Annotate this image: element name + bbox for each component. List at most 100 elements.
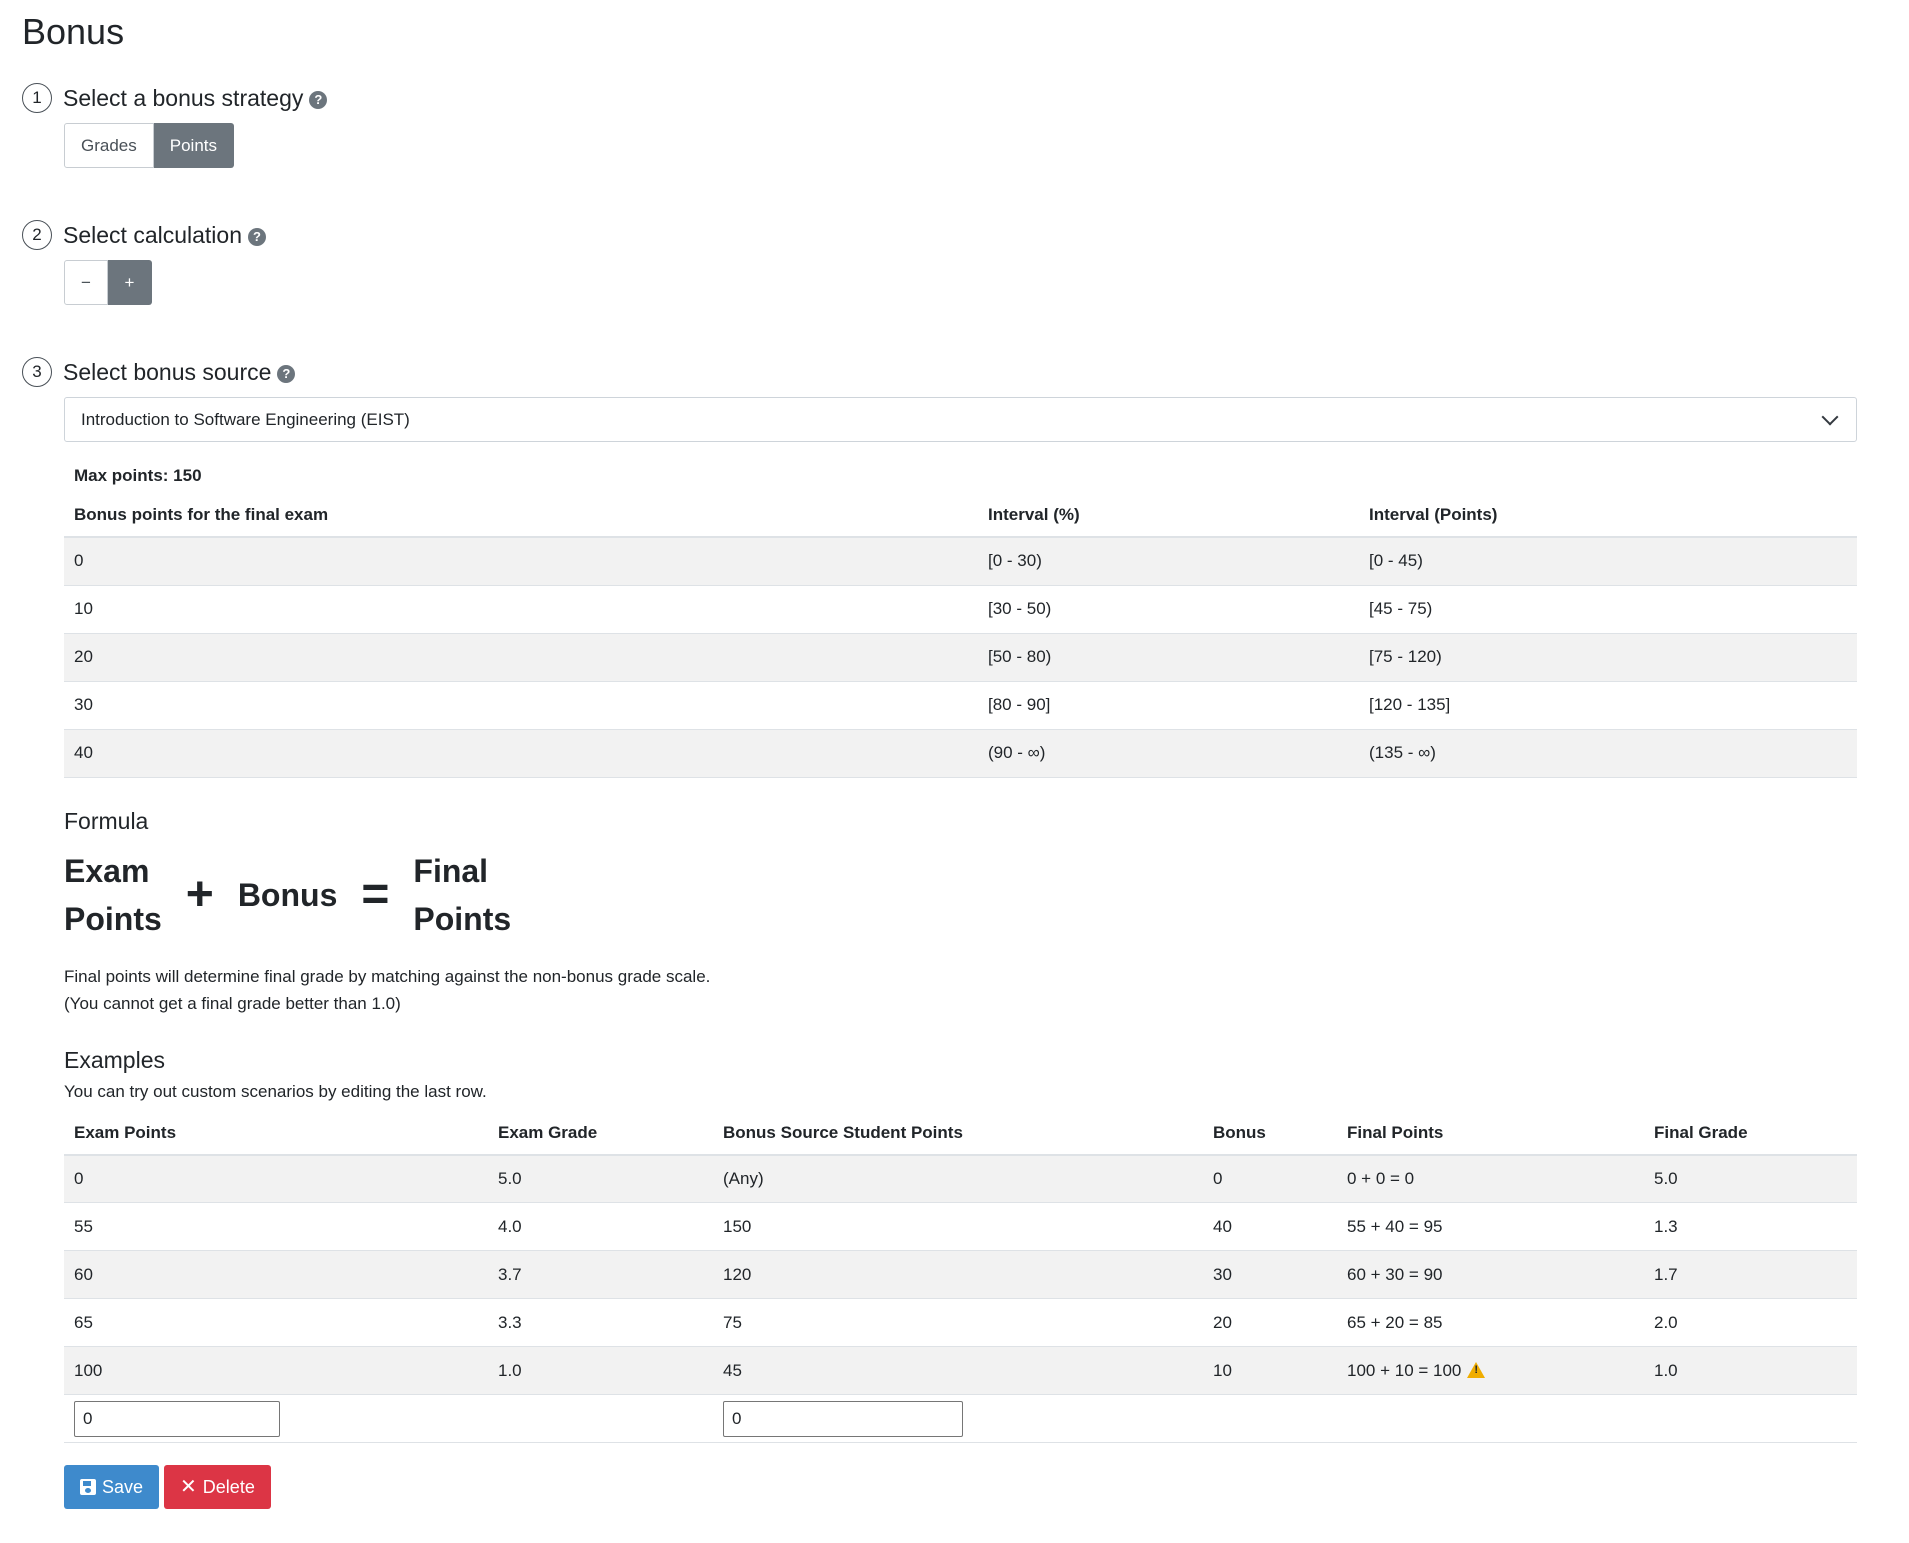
column-header: Final Points <box>1337 1111 1644 1156</box>
exam-points-cell: 65 <box>64 1298 488 1347</box>
column-header: Interval (%) <box>978 494 1359 538</box>
formula-term-line: Final <box>413 852 489 889</box>
final-points-cell: 55 + 40 = 95 <box>1337 1202 1644 1251</box>
final-points-cell: 65 + 20 = 85 <box>1337 1298 1644 1347</box>
final-points-cell: 60 + 30 = 90 <box>1337 1250 1644 1299</box>
exam-grade-cell: 3.3 <box>488 1298 713 1347</box>
column-header: Exam Points <box>64 1111 488 1156</box>
bonus-interval-table: Bonus points for the final exam Interval… <box>64 494 1857 778</box>
interval-percent-cell: [0 - 30) <box>978 537 1359 586</box>
final-grade-cell: 1.7 <box>1644 1250 1857 1299</box>
bonus-page: Bonus 1 Select a bonus strategy ? Grades… <box>0 0 1909 1543</box>
formula-note: Final points will determine final grade … <box>64 963 1887 1017</box>
step-bonus-source: 3 Select bonus source ? Introduction to … <box>22 352 1887 1509</box>
help-icon[interactable]: ? <box>277 364 296 383</box>
formula-term-line: Points <box>413 900 512 937</box>
bonus-source-value: Introduction to Software Engineering (EI… <box>81 409 410 429</box>
interval-percent-cell: [30 - 50) <box>978 585 1359 634</box>
bonus-cell: 10 <box>64 585 978 634</box>
bonus-cell: 0 <box>1203 1154 1337 1203</box>
step-header: 1 Select a bonus strategy ? <box>22 78 1887 118</box>
bonus-cell: 20 <box>64 633 978 682</box>
table-row: 40 (90 - ∞) (135 - ∞) <box>64 729 1857 778</box>
step-title: Select a bonus strategy <box>63 84 304 111</box>
page-title: Bonus <box>22 11 125 52</box>
formula-bonus: Bonus <box>237 876 338 913</box>
table-row: 55 4.0 150 40 55 + 40 = 95 1.3 <box>64 1202 1857 1251</box>
column-header: Bonus points for the final exam <box>64 494 978 538</box>
close-icon: ✕ <box>180 1476 197 1498</box>
custom-exam-points-input[interactable]: 0 <box>74 1400 280 1437</box>
help-icon[interactable]: ? <box>309 90 328 109</box>
exam-points-cell: 60 <box>64 1250 488 1299</box>
exam-grade-cell: 3.7 <box>488 1250 713 1299</box>
interval-points-cell: (135 - ∞) <box>1359 729 1857 778</box>
calculation-minus-button[interactable]: − <box>64 260 108 305</box>
table-row: 60 3.7 120 30 60 + 30 = 90 1.7 <box>64 1250 1857 1299</box>
bonus-cell: 0 <box>64 537 978 586</box>
exam-points-cell: 100 <box>64 1346 488 1395</box>
source-points-cell: 120 <box>713 1250 1203 1299</box>
step-bonus-strategy: 1 Select a bonus strategy ? Grades Point… <box>22 78 1887 168</box>
formula-final-points: Final Points <box>413 847 511 943</box>
interval-points-cell: [45 - 75) <box>1359 585 1857 634</box>
save-label: Save <box>102 1476 144 1497</box>
bonus-cell: 30 <box>1203 1250 1337 1299</box>
source-points-cell: 45 <box>713 1346 1203 1395</box>
exam-points-cell: 55 <box>64 1202 488 1251</box>
step-title: Select bonus source <box>63 358 272 385</box>
step-number: 1 <box>22 83 52 113</box>
step-number: 3 <box>22 357 52 387</box>
column-header: Bonus <box>1203 1111 1337 1156</box>
bonus-cell: 30 <box>64 681 978 730</box>
column-header: Exam Grade <box>488 1111 713 1156</box>
table-row: 20 [50 - 80) [75 - 120) <box>64 633 1857 682</box>
final-grade-cell: 1.3 <box>1644 1202 1857 1251</box>
table-row: 30 [80 - 90] [120 - 135] <box>64 681 1857 730</box>
formula-plus: + <box>185 867 214 921</box>
step-number: 2 <box>22 220 52 250</box>
save-icon <box>80 1479 96 1495</box>
help-icon[interactable]: ? <box>248 227 266 246</box>
bonus-cell: 40 <box>1203 1202 1337 1251</box>
exam-points-cell: 0 <box>64 1154 488 1203</box>
formula-note-line: Final points will determine final grade … <box>64 966 711 986</box>
strategy-toggle: Grades Points <box>64 123 234 168</box>
interval-percent-cell: [50 - 80) <box>978 633 1359 682</box>
interval-points-cell: [120 - 135] <box>1359 681 1857 730</box>
bonus-cell: 20 <box>1203 1298 1337 1347</box>
max-points: Max points: 150 <box>74 466 202 485</box>
warning-icon[interactable] <box>1467 1361 1486 1378</box>
calculation-plus-button[interactable]: + <box>108 260 152 305</box>
bonus-source-select[interactable]: Introduction to Software Engineering (EI… <box>64 397 1857 442</box>
table-row: 0 5.0 (Any) 0 0 + 0 = 0 5.0 <box>64 1154 1857 1203</box>
exam-grade-cell: 4.0 <box>488 1202 713 1251</box>
form-actions: Save ✕ Delete <box>64 1465 1887 1509</box>
source-points-cell: 75 <box>713 1298 1203 1347</box>
interval-percent-cell: [80 - 90] <box>978 681 1359 730</box>
delete-button[interactable]: ✕ Delete <box>164 1465 271 1509</box>
formula-term-line: Points <box>64 900 162 937</box>
table-row: 10 [30 - 50) [45 - 75) <box>64 585 1857 634</box>
custom-source-points-input[interactable]: 0 <box>723 1400 963 1437</box>
final-grade-cell: 5.0 <box>1644 1154 1857 1203</box>
bonus-cell: 40 <box>64 729 978 778</box>
table-row: 65 3.3 75 20 65 + 20 = 85 2.0 <box>64 1298 1857 1347</box>
table-row: 0 [0 - 30) [0 - 45) <box>64 537 1857 586</box>
strategy-grades-button[interactable]: Grades <box>64 123 154 168</box>
strategy-points-button[interactable]: Points <box>153 123 234 168</box>
custom-scenario-row: 0 0 <box>64 1394 1857 1443</box>
interval-percent-cell: (90 - ∞) <box>978 729 1359 778</box>
interval-points-cell: [0 - 45) <box>1359 537 1857 586</box>
source-points-cell: (Any) <box>713 1154 1203 1203</box>
exam-grade-cell: 1.0 <box>488 1346 713 1395</box>
formula: Exam Points + Bonus = Final Points <box>64 847 1887 943</box>
examples-description: You can try out custom scenarios by edit… <box>64 1081 487 1101</box>
formula-exam-points: Exam Points <box>64 847 162 943</box>
save-button[interactable]: Save <box>64 1465 160 1509</box>
step-title: Select calculation <box>63 221 242 248</box>
formula-note-line: (You cannot get a final grade better tha… <box>64 993 401 1013</box>
step-calculation: 2 Select calculation ? − + <box>22 215 1887 305</box>
column-header: Bonus Source Student Points <box>713 1111 1203 1156</box>
formula-term-line: Exam <box>64 852 150 889</box>
